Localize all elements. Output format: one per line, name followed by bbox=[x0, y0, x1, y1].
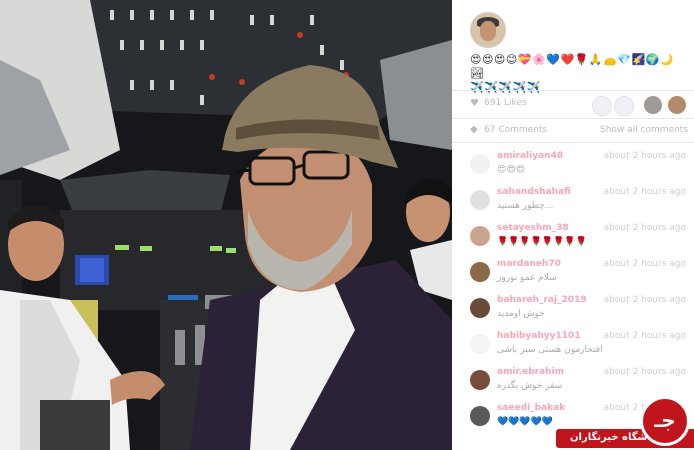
comment-row: amir.ebrahim سفر خوش بگذره about 2 hours a… bbox=[452, 364, 694, 400]
comment-timestamp: about 2 hours ago bbox=[603, 151, 686, 161]
divider bbox=[452, 90, 694, 91]
comment-timestamp: about 2 hours ago bbox=[603, 331, 686, 341]
comment-text: 😍😍😍 bbox=[497, 165, 526, 175]
watermark-badge: باشگاه خبرنگاران جـ bbox=[556, 396, 694, 450]
commenter-avatar[interactable] bbox=[470, 334, 490, 354]
comment-timestamp: about 2 hours ago bbox=[603, 295, 686, 305]
comment-username[interactable]: amir.ebrahim bbox=[497, 367, 564, 377]
comment-timestamp: about 2 hours ago bbox=[603, 259, 686, 269]
badge-text: باشگاه خبرنگاران bbox=[570, 432, 655, 443]
likes-row[interactable]: ♥ 691 Likes bbox=[452, 92, 694, 118]
comment-text: افتخارمون هستی سبز باشی bbox=[497, 345, 603, 355]
liker-avatar[interactable] bbox=[668, 96, 686, 114]
badge-logo-glyph: جـ bbox=[654, 408, 676, 432]
commenter-avatar[interactable] bbox=[470, 298, 490, 318]
divider bbox=[452, 142, 694, 143]
comments-count: 67 Comments bbox=[484, 125, 548, 135]
comments-row: ◆ 67 Comments Show all comments bbox=[452, 120, 694, 142]
comment-text: چطور هستید... bbox=[497, 201, 554, 211]
commenter-avatar[interactable] bbox=[470, 262, 490, 282]
liker-avatar[interactable] bbox=[592, 96, 612, 116]
comment-text: سفر خوش بگذره bbox=[497, 381, 563, 391]
comment-username[interactable]: sahandshahafi bbox=[497, 187, 571, 197]
post-sidebar: 😍😍😍😊💝🌸💙❤️🌹🙏👝💎🌠🌍🌙🏞 ✈️✈️✈️✈️✈️ ♥ 691 Likes… bbox=[452, 0, 694, 450]
divider bbox=[452, 118, 694, 119]
likes-count: 691 Likes bbox=[484, 98, 527, 108]
post-header: 😍😍😍😊💝🌸💙❤️🌹🙏👝💎🌠🌍🌙🏞 ✈️✈️✈️✈️✈️ bbox=[452, 0, 694, 94]
comment-timestamp: about 2 hours ago bbox=[603, 223, 686, 233]
comment-username[interactable]: saeedi_bakak bbox=[497, 403, 565, 413]
avatar-face bbox=[480, 21, 496, 41]
comment-row: sahandshahafi چطور هستید... about 2 hours … bbox=[452, 184, 694, 220]
comment-text: 💙💙💙💙💙 bbox=[497, 417, 554, 427]
comment-username[interactable]: amiraliyan48 bbox=[497, 151, 563, 161]
comment-text: سلام عمو نوروز bbox=[497, 273, 557, 283]
comment-timestamp: about 2 hours ago bbox=[603, 367, 686, 377]
commenter-avatar[interactable] bbox=[470, 190, 490, 210]
caption-line: 😍😍😍😊💝🌸💙❤️🌹🙏👝💎🌠🌍🌙🏞 bbox=[470, 53, 675, 80]
author-avatar[interactable] bbox=[470, 12, 506, 48]
comment-timestamp: about 2 hours ago bbox=[603, 187, 686, 197]
commenter-avatar[interactable] bbox=[470, 226, 490, 246]
show-all-comments-link[interactable]: Show all comments bbox=[600, 125, 688, 135]
comment-text: 🌹🌹🌹🌹🌹🌹🌹🌹 bbox=[497, 237, 587, 247]
liker-avatar[interactable] bbox=[644, 96, 662, 114]
comment-row: bahareh_raj_2019 خوش اومدید about 2 hours … bbox=[452, 292, 694, 328]
comment-row: mardaneh70 سلام عمو نوروز about 2 hours ag… bbox=[452, 256, 694, 292]
post-photo bbox=[0, 0, 452, 450]
comment-username[interactable]: mardaneh70 bbox=[497, 259, 561, 269]
liker-avatar[interactable] bbox=[614, 96, 634, 116]
commenter-avatar[interactable] bbox=[470, 154, 490, 174]
comment-username[interactable]: setayeshm_38 bbox=[497, 223, 569, 233]
comment-username[interactable]: habibyahyy1101 bbox=[497, 331, 581, 341]
comment-row: setayeshm_38 🌹🌹🌹🌹🌹🌹🌹🌹 about 2 hours ago bbox=[452, 220, 694, 256]
comment-username[interactable]: bahareh_raj_2019 bbox=[497, 295, 587, 305]
comment-row: amiraliyan48 😍😍😍 about 2 hours ago bbox=[452, 148, 694, 184]
commenter-avatar[interactable] bbox=[470, 370, 490, 390]
post-caption: 😍😍😍😊💝🌸💙❤️🌹🙏👝💎🌠🌍🌙🏞 ✈️✈️✈️✈️✈️ bbox=[470, 53, 685, 95]
badge-logo: جـ bbox=[640, 396, 690, 446]
comment-row: habibyahyy1101 افتخارمون هستی سبز باشی abo… bbox=[452, 328, 694, 364]
heart-icon: ♥ bbox=[470, 98, 479, 109]
comment-text: خوش اومدید bbox=[497, 309, 545, 319]
comment-bubble-icon: ◆ bbox=[470, 124, 478, 135]
commenter-avatar[interactable] bbox=[470, 406, 490, 426]
